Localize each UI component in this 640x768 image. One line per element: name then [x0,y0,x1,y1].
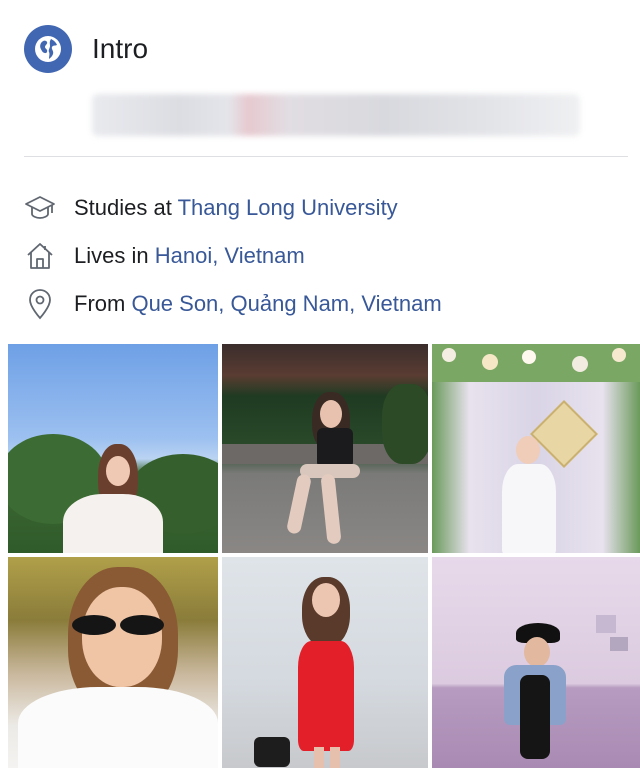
intro-header: Intro [24,24,148,74]
photo-6[interactable] [432,557,640,768]
photo-2[interactable] [222,344,428,553]
blurred-bio [92,94,580,136]
photo-5[interactable] [222,557,428,768]
intro-title: Intro [92,33,149,64]
lives-label: Lives in [74,243,155,268]
location-pin-icon [24,288,56,320]
studies-link[interactable]: Thang Long University [178,195,398,220]
photo-grid [8,344,640,768]
home-icon [24,240,56,272]
lives-link[interactable]: Hanoi, Vietnam [155,243,305,268]
divider [24,156,628,157]
photo-1[interactable] [8,344,218,553]
from-link[interactable]: Que Son, Quảng Nam, Vietnam [131,291,441,316]
info-row-from: From Que Son, Quảng Nam, Vietnam [24,288,442,320]
globe-icon [24,25,72,73]
info-row-lives: Lives in Hanoi, Vietnam [24,240,305,272]
studies-label: Studies at [74,195,178,220]
info-row-studies: Studies at Thang Long University [24,192,398,224]
photo-3[interactable] [432,344,640,553]
graduation-cap-icon [24,192,56,224]
from-label: From [74,291,132,316]
photo-4[interactable] [8,557,218,768]
